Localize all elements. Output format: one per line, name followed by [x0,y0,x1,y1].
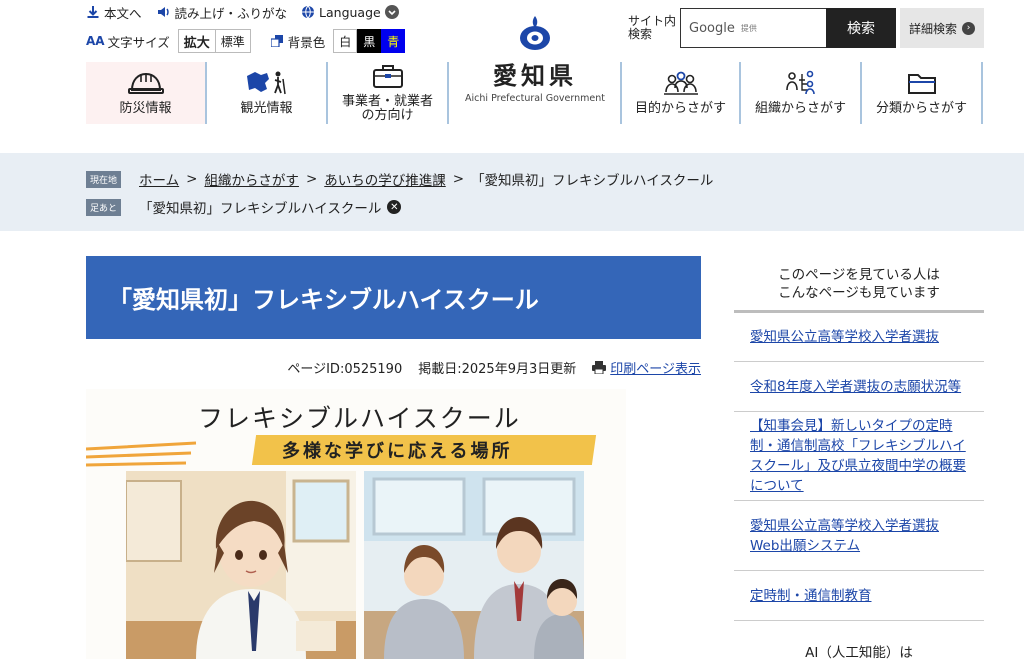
skip-to-content-label: 本文へ [104,5,142,21]
history-item[interactable]: 「愛知県初」フレキシブルハイスクール [139,197,381,217]
read-aloud-label: 読み上げ・ふりがな [174,5,288,21]
page-title: 「愛知県初」フレキシブルハイスクール [86,256,701,339]
nav-search-by-organization[interactable]: 組織からさがす [741,62,862,124]
sidebar-link[interactable]: 【知事会見】新しいタイプの定時制・通信制高校「フレキシブルハイスクール」及び県立… [734,412,984,501]
font-size-label: 文字サイズ [107,34,170,50]
sidebar-link[interactable]: 愛知県公立高等学校入学者選抜Web出願システム [734,501,984,571]
nav-search-by-category[interactable]: 分類からさがす [862,62,983,124]
printer-icon [592,361,607,374]
breadcrumb-band: 現在地 ホーム > 組織からさがす > あいちの学び推進課 > 「愛知県初」フレ… [0,153,1024,231]
print-page-link[interactable]: 印刷ページ表示 [592,358,701,377]
page-meta: ページID:0525190 掲載日:2025年9月3日更新 印刷ページ表示 [287,358,701,377]
folder-icon [907,70,937,96]
advanced-search-button[interactable]: 詳細検索 › [900,8,984,48]
current-location-tag: 現在地 [86,170,122,188]
google-wordmark: Google [689,20,735,36]
breadcrumb-department[interactable]: あいちの学び推進課 [324,169,446,189]
nav-disaster-info[interactable]: 防災情報 [86,62,207,124]
breadcrumb-organization[interactable]: 組織からさがす [204,169,299,189]
close-icon[interactable]: ✕ [387,200,402,214]
language-label: Language [319,4,381,20]
read-aloud-link[interactable]: 読み上げ・ふりがな [156,3,288,22]
ai-section-heading: AI（人工知能）は [805,645,913,659]
bg-black-button[interactable]: 黒 [357,29,382,53]
chevron-down-icon [384,5,399,19]
font-size-normal-button[interactable]: 標準 [215,29,251,53]
nav-category-label: 分類からさがす [875,101,967,116]
breadcrumb: 現在地 ホーム > 組織からさがす > あいちの学び推進課 > 「愛知県初」フレ… [86,169,713,189]
breadcrumb-separator: > [452,171,465,187]
display-settings: AA 文字サイズ 拡大 標準 背景色 白 黒 青 [86,29,406,53]
font-size-icon: AA [86,34,105,48]
hero-title: フレキシブルハイスクール [198,404,521,433]
skip-to-content-link[interactable]: 本文へ [86,3,142,22]
search-button[interactable]: 検索 [826,8,896,48]
bg-color-label: 背景色 [287,34,326,50]
breadcrumb-separator: > [305,171,318,187]
color-swatch-icon [270,35,283,47]
breadcrumb-current: 「愛知県初」フレキシブルハイスクール [471,173,714,189]
nav-tourism-info[interactable]: 観光情報 [207,62,328,124]
breadcrumb-home[interactable]: ホーム [139,169,179,189]
download-icon [86,5,100,19]
site-search: サイト内検索 Google 提供 検索 詳細検索 › [628,8,984,48]
sidebar-heading-line2: こんなページも見ています [778,285,940,301]
search-input[interactable]: Google 提供 [680,8,826,48]
history-trail: 足あと 「愛知県初」フレキシブルハイスクール ✕ [86,197,402,217]
people-icon [663,70,699,96]
site-logo[interactable]: 愛知県 Aichi Prefectural Government [458,14,612,104]
student-studying-illustration [126,471,356,659]
nav-search-by-purpose[interactable]: 目的からさがす [620,62,741,124]
google-provided-label: 提供 [740,23,757,33]
print-label: 印刷ページ表示 [610,362,701,377]
nav-business-label: 事業者・就業者の方向け [341,94,433,123]
globe-icon [301,5,315,19]
chevron-right-icon: › [962,21,975,35]
advanced-search-label: 詳細検索 [908,21,957,36]
breadcrumb-separator: > [186,171,198,187]
history-tag: 足あと [86,198,122,216]
utility-bar: 本文へ 読み上げ・ふりがな Language [86,2,399,22]
students-group-illustration [364,471,584,659]
nav-purpose-label: 目的からさがす [634,101,726,116]
org-icon [785,70,816,96]
sidebar-link[interactable]: 愛知県公立高等学校入学者選抜 [734,313,984,362]
speaker-icon [156,5,171,19]
helmet-icon [127,70,165,96]
hero-illustration: フレキシブルハイスクール 多様な学びに応える場所 [86,389,626,659]
briefcase-icon [372,63,404,89]
tourism-icon [245,70,289,96]
bg-blue-button[interactable]: 青 [381,29,406,53]
publish-date: 掲載日:2025年9月3日更新 [418,362,577,377]
font-size-large-button[interactable]: 拡大 [177,29,216,53]
nav-disaster-label: 防災情報 [119,101,172,116]
sidebar-link[interactable]: 定時制・通信制教育 [734,571,984,621]
global-nav-left: 防災情報 観光情報 事業者・就業者の方向け [86,62,449,124]
nav-tourism-label: 観光情報 [240,101,293,116]
bg-white-button[interactable]: 白 [333,29,358,53]
sidebar-heading-line1: このページを見ている人は [778,267,940,283]
hero-subtitle: 多様な学びに応える場所 [282,441,513,462]
language-selector[interactable]: Language [301,5,399,20]
prefecture-emblem-icon [520,16,550,50]
sidebar-heading: このページを見ている人は こんなページも見ています [734,256,984,313]
nav-organization-label: 組織からさがす [754,101,846,116]
logo-text-en: Aichi Prefectural Government [465,93,605,104]
global-nav-right: 目的からさがす 組織からさがす 分類からさがす [620,62,983,124]
related-pages-sidebar: このページを見ている人は こんなページも見ています 愛知県公立高等学校入学者選抜… [734,256,984,659]
page-id: ページID:0525190 [287,362,403,377]
logo-text-jp: 愛知県 [493,62,577,90]
sidebar-link[interactable]: 令和8年度入学者選抜の志願状況等 [734,362,984,412]
site-search-label: サイト内検索 [628,14,677,41]
nav-business-info[interactable]: 事業者・就業者の方向け [328,62,449,124]
